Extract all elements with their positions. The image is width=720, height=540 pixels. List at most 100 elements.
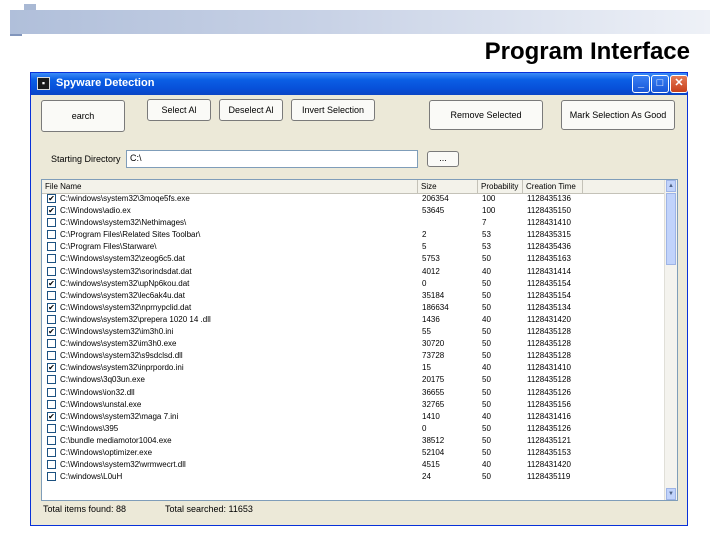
row-checkbox[interactable] [47,218,56,228]
table-row[interactable]: C:\windows\L0uH 24 50 1128435119 [42,471,666,483]
scroll-down-icon[interactable]: ▼ [666,488,676,500]
cell-size: 35184 [422,290,445,300]
scroll-thumb[interactable] [666,193,676,265]
minimize-button[interactable]: _ [632,75,650,93]
row-checkbox[interactable] [47,266,56,276]
cell-size: 15 [422,363,431,373]
row-checkbox[interactable] [47,314,56,324]
row-checkbox[interactable] [47,399,56,409]
table-row[interactable]: ✔ C:\windows\system32\3moqe5fs.exe 206354 1… [42,193,666,205]
deselect-all-button[interactable]: Deselect Al [219,99,283,121]
table-row[interactable]: C:\Windows\unstal.exe 32765 50 1128435156 [42,399,666,411]
table-row[interactable]: C:\Windows\system32\zeog6c5.dat 5753 50 112… [42,253,666,265]
row-checkbox[interactable] [47,387,56,397]
row-checkbox[interactable]: ✔ [47,302,56,312]
cell-file-name: C:\windows\system32\lec6ak4u.dat [60,290,185,300]
cell-file-name: C:\Program Files\Starware\ [60,242,157,252]
table-row[interactable]: C:\Windows\system32\sorindsdat.dat 4012 40… [42,266,666,278]
row-checkbox[interactable]: ✔ [47,206,56,216]
table-row[interactable]: C:\Windows\system32\s9sdclsd.dll 73728 50 1… [42,350,666,362]
row-checkbox[interactable] [47,375,56,385]
remove-selected-button[interactable]: Remove Selected [429,100,543,130]
column-header-probability[interactable]: Probability [478,180,523,193]
cell-file-name: C:\Windows\system32\Nethimages\ [60,218,187,228]
row-checkbox[interactable] [47,230,56,240]
table-row[interactable]: ✔ C:\windows\system32\upNp6kou.dat 0 50 1128… [42,278,666,290]
table-row[interactable]: C:\windows\system32\lec6ak4u.dat 35184 50 1… [42,290,666,302]
table-row[interactable]: C:\Program Files\Related Sites Toolbar\ 2… [42,229,666,241]
table-row[interactable]: ✔ C:\Windows\system32\maga 7.ini 1410 40 112… [42,411,666,423]
cell-file-name: C:\Windows\system32\maga 7.ini [60,411,179,421]
cell-file-name: C:\Windows\system32\zeog6c5.dat [60,254,185,264]
row-checkbox[interactable] [47,435,56,445]
list-header: File Name Size Probability Creation Time [42,180,666,194]
row-checkbox[interactable] [47,423,56,433]
cell-creation-time: 1128435134 [527,302,571,312]
table-row[interactable]: ✔ C:\windows\system32\inprpordo.ini 15 40 11… [42,362,666,374]
cell-creation-time: 1128435315 [527,230,571,240]
scroll-up-icon[interactable]: ▲ [666,180,676,192]
cell-file-name: C:\windows\system32\inprpordo.ini [60,363,184,373]
search-button[interactable]: earch [41,100,125,132]
table-row[interactable]: C:\Windows\395 0 50 1128435126 [42,423,666,435]
row-checkbox[interactable] [47,254,56,264]
window-title: Spyware Detection [56,77,155,89]
vertical-scrollbar[interactable]: ▲ ▼ [664,180,677,500]
table-row[interactable]: C:\windows\system32\prepera 1020 14 .dll… [42,314,666,326]
cell-size: 73728 [422,351,445,361]
row-checkbox[interactable]: ✔ [47,327,56,337]
table-row[interactable]: ✔ C:\Windows\system32\nprnypclid.dat 18663… [42,302,666,314]
row-checkbox[interactable] [47,472,56,482]
table-row[interactable]: ✔ C:\Windows\adio.ex 53645 100 1128435150 [42,205,666,217]
spyware-detection-window: ▪ Spyware Detection _ □ ✕ earch Select A… [30,72,688,526]
table-row[interactable]: C:\bundle mediamotor1004.exe 38512 50 11284… [42,435,666,447]
table-row[interactable]: C:\Windows\system32\wrmwecrt.dll 4515 40 11… [42,459,666,471]
cell-probability: 50 [482,472,491,482]
table-row[interactable]: ✔ C:\Windows\system32\im3h0.ini 55 50 112843… [42,326,666,338]
row-checkbox[interactable] [47,351,56,361]
cell-probability: 7 [482,218,487,228]
row-checkbox[interactable] [47,447,56,457]
table-row[interactable]: C:\windows\system32\im3h0.exe 30720 50 1128… [42,338,666,350]
table-row[interactable]: C:\Program Files\Starware\ 5 53 1128435436 [42,241,666,253]
column-header-size[interactable]: Size [418,180,478,193]
row-checkbox[interactable] [47,460,56,470]
starting-directory-input[interactable]: C:\ [126,150,418,168]
cell-creation-time: 1128435150 [527,206,571,216]
browse-button[interactable]: ... [427,151,459,167]
mark-selection-good-button[interactable]: Mark Selection As Good [561,100,675,130]
status-items-found: Total items found: 88 [43,504,127,514]
cell-creation-time: 1128435128 [527,327,571,337]
row-checkbox[interactable] [47,290,56,300]
table-row[interactable]: C:\Windows\optimizer.exe 52104 50 112843515… [42,447,666,459]
cell-file-name: C:\Windows\unstal.exe [60,399,142,409]
cell-probability: 100 [482,206,496,216]
column-header-creation-time[interactable]: Creation Time [523,180,583,193]
row-checkbox[interactable] [47,242,56,252]
row-checkbox[interactable]: ✔ [47,278,56,288]
cell-file-name: C:\Windows\adio.ex [60,206,131,216]
title-bar[interactable]: ▪ Spyware Detection _ □ ✕ [31,73,688,95]
column-header-file-name[interactable]: File Name [42,180,418,193]
cell-probability: 50 [482,447,491,457]
cell-probability: 100 [482,194,496,203]
close-button[interactable]: ✕ [670,75,688,93]
table-row[interactable]: C:\windows\3q03un.exe 20175 50 1128435128 [42,374,666,386]
maximize-button[interactable]: □ [651,75,669,93]
select-all-button[interactable]: Select Al [147,99,211,121]
row-checkbox[interactable]: ✔ [47,194,56,203]
row-checkbox[interactable]: ✔ [47,411,56,421]
results-list[interactable]: File Name Size Probability Creation Time… [41,179,678,501]
row-checkbox[interactable]: ✔ [47,363,56,373]
cell-probability: 50 [482,327,491,337]
cell-creation-time: 1128435163 [527,254,571,264]
cell-creation-time: 1128431416 [527,411,571,421]
row-checkbox[interactable] [47,339,56,349]
slide-title: Program Interface [484,38,690,65]
cell-file-name: C:\windows\system32\prepera 1020 14 .dll [60,314,211,324]
cell-probability: 40 [482,314,491,324]
invert-selection-button[interactable]: Invert Selection [291,99,375,121]
table-row[interactable]: C:\Windows\ion32.dll 36655 50 1128435126 [42,387,666,399]
cell-creation-time: 1128435153 [527,447,571,457]
table-row[interactable]: C:\Windows\system32\Nethimages\ 7 11284314… [42,217,666,229]
